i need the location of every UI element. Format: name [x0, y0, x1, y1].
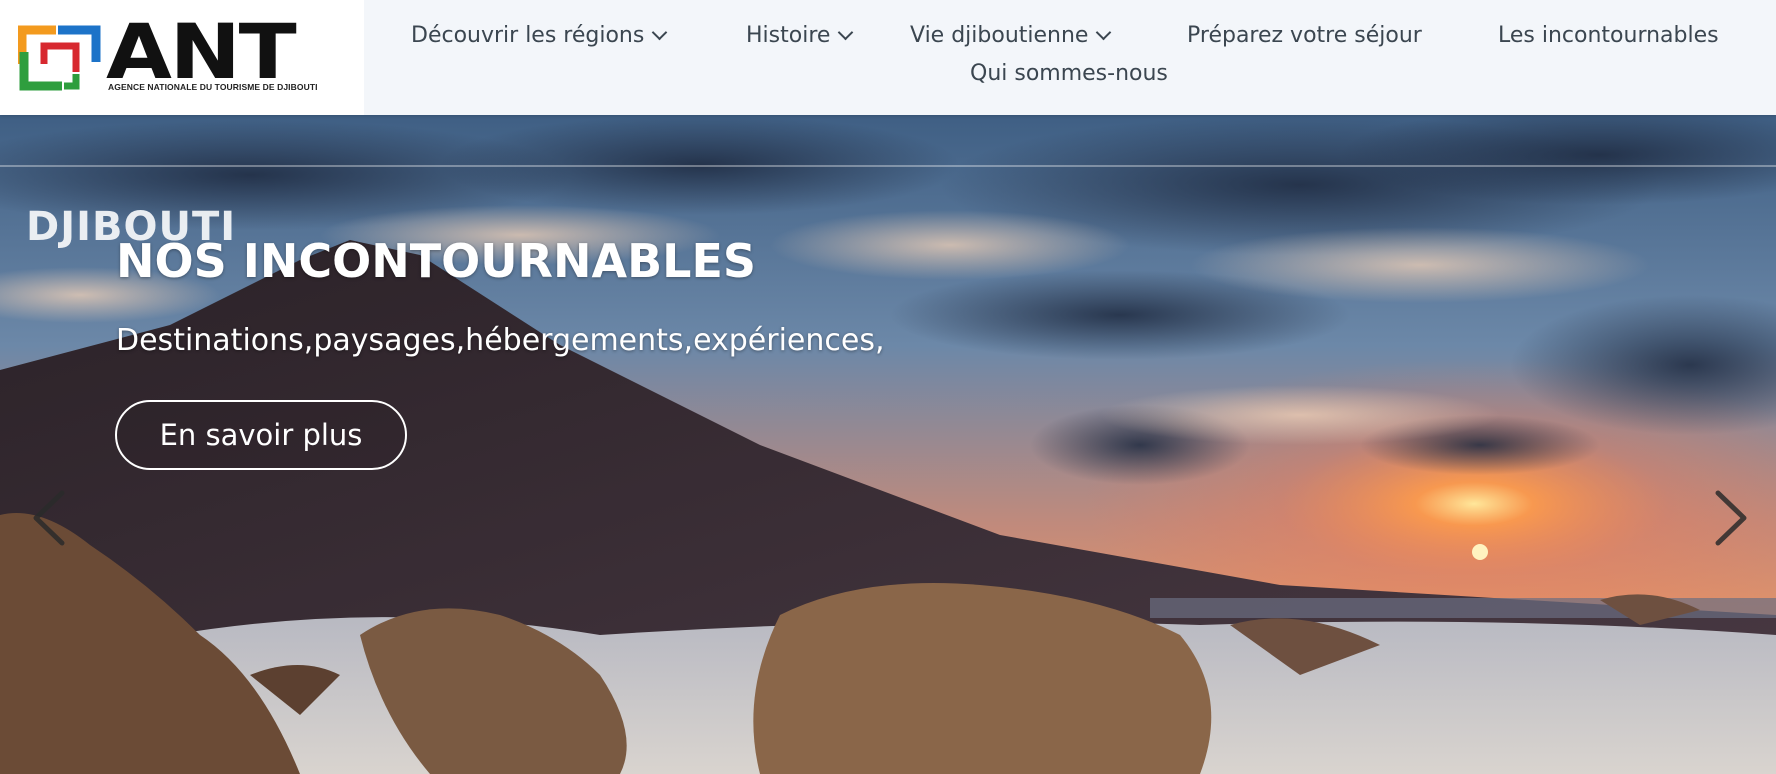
hero-carousel: DJIBOUTI NOS INCONTOURNABLES Destination… [0, 115, 1776, 774]
chevron-left-icon [33, 490, 65, 546]
learn-more-button[interactable]: En savoir plus [115, 400, 407, 470]
hero-divider [0, 165, 1776, 167]
nav-item-label: Préparez votre séjour [1187, 23, 1422, 48]
nav-item-preparez-votre-sejour[interactable]: Préparez votre séjour [1187, 23, 1422, 49]
logo[interactable]: ANT AGENCE NATIONALE DU TOURISME DE DJIB… [0, 0, 364, 115]
chevron-down-icon [652, 24, 668, 41]
logo-tagline: AGENCE NATIONALE DU TOURISME DE DJIBOUTI [108, 82, 318, 92]
nav-item-label: Qui sommes-nous [970, 61, 1168, 86]
chevron-down-icon [838, 24, 854, 41]
nav-item-qui-sommes-nous[interactable]: Qui sommes-nous [970, 61, 1168, 87]
main-nav: Découvrir les régions Histoire Vie djibo… [364, 0, 1776, 115]
nav-item-label: Histoire [746, 23, 831, 48]
nav-item-label: Découvrir les régions [411, 23, 645, 48]
chevron-down-icon [1096, 24, 1112, 41]
nav-item-histoire[interactable]: Histoire [746, 23, 854, 49]
logo-wordmark: ANT [106, 7, 297, 96]
carousel-next-button[interactable] [1700, 473, 1760, 563]
chevron-right-icon [1715, 490, 1747, 546]
nav-item-les-incontournables[interactable]: Les incontournables [1498, 23, 1719, 49]
nav-item-label: Les incontournables [1498, 23, 1719, 48]
carousel-prev-button[interactable] [18, 473, 78, 563]
nav-item-label: Vie djiboutienne [910, 23, 1089, 48]
nav-item-vie-djiboutienne[interactable]: Vie djiboutienne [910, 23, 1112, 49]
logo-mark-icon [18, 25, 101, 91]
nav-item-decouvrir-les-regions[interactable]: Découvrir les régions [411, 23, 668, 49]
hero-subtitle: Destinations,paysages,hébergements,expér… [116, 323, 885, 358]
site-header: ANT AGENCE NATIONALE DU TOURISME DE DJIB… [0, 0, 1776, 115]
hero-title: NOS INCONTOURNABLES [116, 234, 757, 288]
